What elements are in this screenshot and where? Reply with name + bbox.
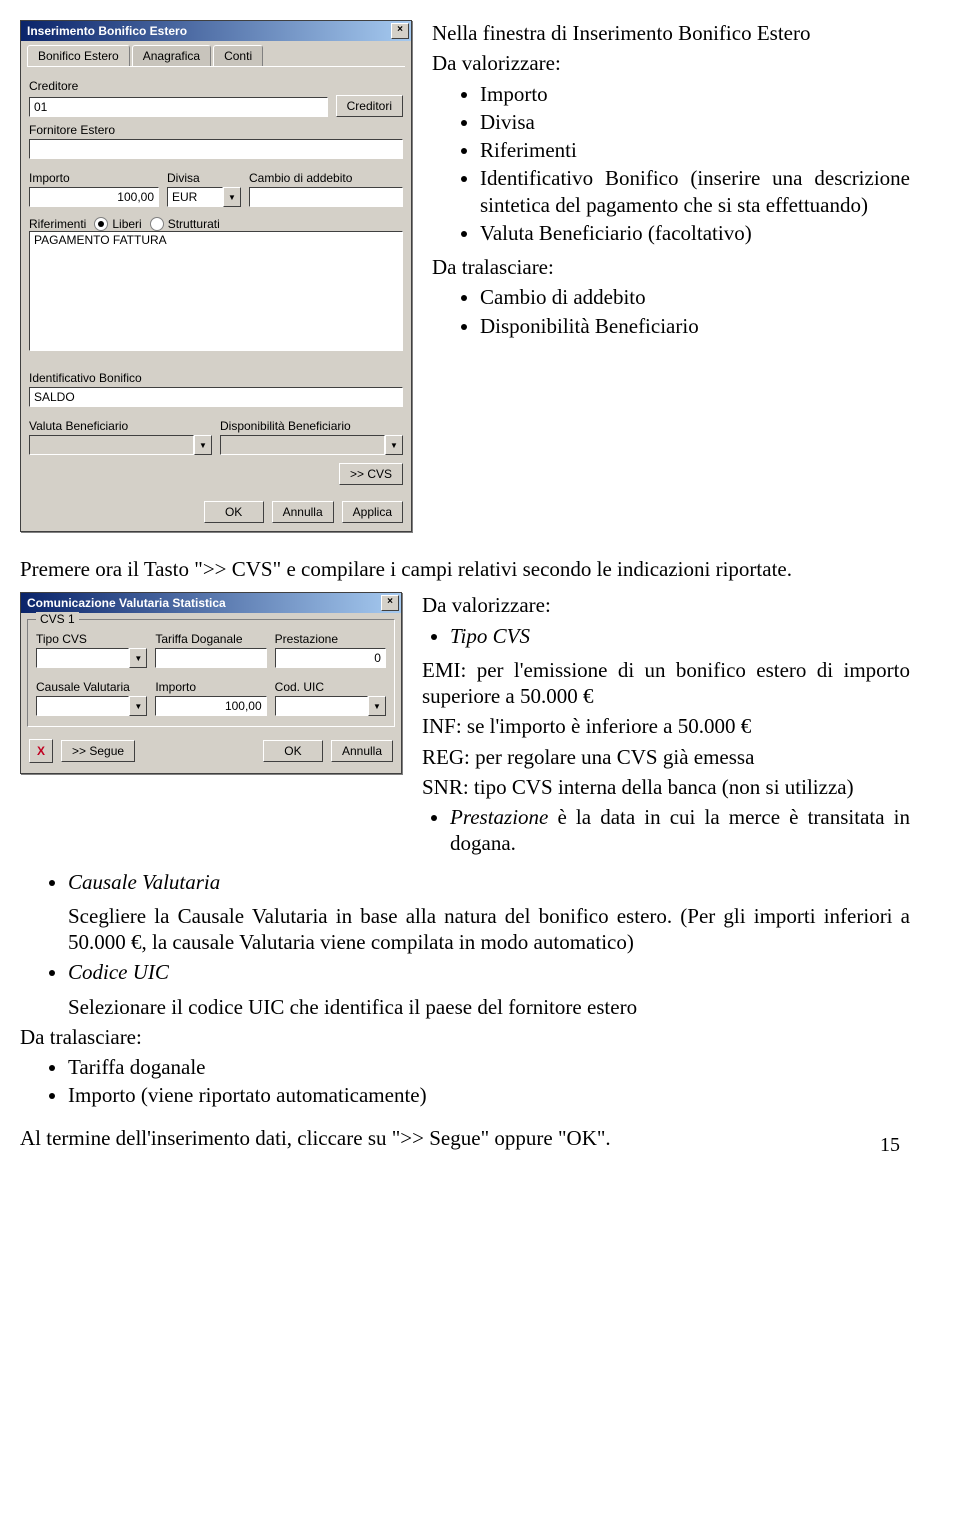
titlebar[interactable]: Inserimento Bonifico Estero × [21, 21, 411, 41]
select-valuta-ben[interactable]: ▼ [29, 435, 212, 455]
bullets-tralasciare: Cambio di addebito Disponibilità Benefic… [432, 284, 910, 339]
text-block-1: Nella finestra di Inserimento Bonifico E… [432, 20, 910, 347]
input-fornitore[interactable] [29, 139, 403, 159]
label-tipo: Tipo CVS [36, 632, 147, 646]
title-text: Inserimento Bonifico Estero [27, 24, 391, 38]
input-cambio[interactable] [249, 187, 403, 207]
chevron-down-icon: ▼ [129, 696, 147, 716]
input-ident[interactable]: SALDO [29, 387, 403, 407]
tab-bonifico[interactable]: Bonifico Estero [27, 45, 130, 66]
mid-paragraph: Premere ora il Tasto ">> CVS" e compilar… [20, 556, 910, 582]
select-disp-ben[interactable]: ▼ [220, 435, 403, 455]
dialog-cvs: Comunicazione Valutaria Statistica × CVS… [20, 592, 402, 774]
bullets-valorizzare: Importo Divisa Riferimenti Identificativ… [432, 81, 910, 247]
input-importo[interactable]: 100,00 [29, 187, 159, 207]
label-cod: Cod. UIC [275, 680, 386, 694]
delete-icon[interactable]: X [29, 739, 53, 763]
segue-button[interactable]: >> Segue [61, 740, 135, 762]
label-ident: Identificativo Bonifico [29, 371, 403, 385]
select-causale[interactable]: ▼ [36, 696, 147, 716]
ok-button[interactable]: OK [204, 501, 264, 523]
text-block-3: Causale Valutaria Scegliere la Causale V… [20, 869, 910, 1151]
annulla-button[interactable]: Annulla [272, 501, 334, 523]
label-disp-ben: Disponibilità Beneficiario [220, 419, 403, 433]
select-tipo[interactable]: ▼ [36, 648, 147, 668]
label-tariffa: Tariffa Doganale [155, 632, 266, 646]
close-icon[interactable]: × [391, 23, 409, 39]
applica-button[interactable]: Applica [342, 501, 403, 523]
text-block-2: Da valorizzare: Tipo CVS EMI: per l'emis… [422, 592, 910, 864]
label-valuta-ben: Valuta Beneficiario [29, 419, 212, 433]
label-importo: Importo [155, 680, 266, 694]
fieldset-legend: CVS 1 [36, 612, 79, 626]
input-prestazione[interactable]: 0 [275, 648, 386, 668]
radio-strutturati[interactable]: Strutturati [150, 217, 220, 231]
tab-anagrafica[interactable]: Anagrafica [132, 45, 211, 66]
label-riferimenti: Riferimenti [29, 217, 86, 231]
chevron-down-icon: ▼ [194, 435, 212, 455]
creditori-button[interactable]: Creditori [336, 95, 403, 117]
annulla-button[interactable]: Annulla [331, 740, 393, 762]
dialog-bonifico: Inserimento Bonifico Estero × Bonifico E… [20, 20, 412, 532]
label-divisa: Divisa [167, 171, 241, 185]
input-creditore[interactable]: 01 [29, 97, 328, 117]
chevron-down-icon: ▼ [223, 187, 241, 207]
input-tariffa[interactable] [155, 648, 266, 668]
titlebar[interactable]: Comunicazione Valutaria Statistica × [21, 593, 401, 613]
label-fornitore: Fornitore Estero [29, 123, 403, 137]
select-divisa[interactable]: EUR ▼ [167, 187, 241, 207]
label-prestazione: Prestazione [275, 632, 386, 646]
select-cod[interactable]: ▼ [275, 696, 386, 716]
chevron-down-icon: ▼ [368, 696, 386, 716]
chevron-down-icon: ▼ [385, 435, 403, 455]
page-number: 15 [880, 1134, 900, 1157]
ok-button[interactable]: OK [263, 740, 323, 762]
cvs-button[interactable]: >> CVS [339, 463, 403, 485]
tabstrip: Bonifico Estero Anagrafica Conti [27, 45, 405, 67]
label-importo: Importo [29, 171, 159, 185]
tab-conti[interactable]: Conti [213, 45, 263, 66]
radio-liberi[interactable]: Liberi [94, 217, 141, 231]
close-icon[interactable]: × [381, 595, 399, 611]
title-text: Comunicazione Valutaria Statistica [27, 596, 381, 610]
input-riferimenti[interactable]: PAGAMENTO FATTURA [29, 231, 403, 351]
chevron-down-icon: ▼ [129, 648, 147, 668]
input-importo2[interactable]: 100,00 [155, 696, 266, 716]
label-causale: Causale Valutaria [36, 680, 147, 694]
label-creditore: Creditore [29, 79, 403, 93]
label-cambio: Cambio di addebito [249, 171, 403, 185]
